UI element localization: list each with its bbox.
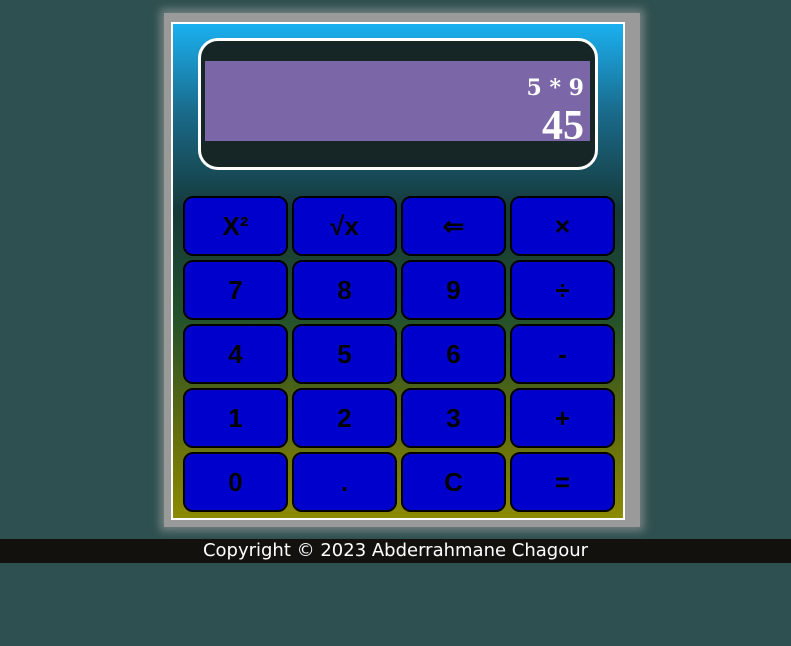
display-screen: 5 * 9 45: [205, 61, 590, 149]
digit-6-key[interactable]: 6: [401, 324, 506, 384]
square-key[interactable]: X²: [183, 196, 288, 256]
calculator: 5 * 9 45 X² √x ⇐ × 7 8 9 ÷ 4 5 6 - 1 2 3…: [171, 22, 625, 520]
display-frame: 5 * 9 45: [198, 38, 598, 170]
digit-4-key[interactable]: 4: [183, 324, 288, 384]
digit-9-key[interactable]: 9: [401, 260, 506, 320]
subtract-key[interactable]: -: [510, 324, 615, 384]
decimal-key[interactable]: .: [292, 452, 397, 512]
digit-0-key[interactable]: 0: [183, 452, 288, 512]
backspace-key[interactable]: ⇐: [401, 196, 506, 256]
digit-7-key[interactable]: 7: [183, 260, 288, 320]
digit-2-key[interactable]: 2: [292, 388, 397, 448]
divide-key[interactable]: ÷: [510, 260, 615, 320]
multiply-key[interactable]: ×: [510, 196, 615, 256]
equals-key[interactable]: =: [510, 452, 615, 512]
digit-5-key[interactable]: 5: [292, 324, 397, 384]
keypad: X² √x ⇐ × 7 8 9 ÷ 4 5 6 - 1 2 3 + 0 . C …: [183, 196, 615, 512]
sqrt-key[interactable]: √x: [292, 196, 397, 256]
result-display: 45: [542, 103, 584, 149]
digit-3-key[interactable]: 3: [401, 388, 506, 448]
clear-key[interactable]: C: [401, 452, 506, 512]
copyright-text: Copyright © 2023 Abderrahmane Chagour: [202, 540, 589, 561]
digit-8-key[interactable]: 8: [292, 260, 397, 320]
expression-display: 5 * 9: [526, 75, 584, 101]
add-key[interactable]: +: [510, 388, 615, 448]
digit-1-key[interactable]: 1: [183, 388, 288, 448]
footer: Copyright © 2023 Abderrahmane Chagour: [0, 539, 791, 563]
